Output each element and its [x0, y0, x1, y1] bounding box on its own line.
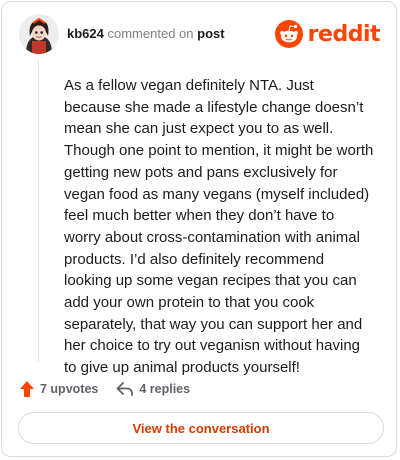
thread-line — [38, 60, 39, 362]
avatar-image — [19, 14, 59, 54]
comment-embed-card: kb624 commented on post reddit As a fell… — [1, 1, 397, 457]
post-link[interactable]: post — [197, 26, 224, 41]
reply-count: 4 replies — [139, 382, 191, 396]
reddit-wordmark: reddit — [307, 21, 381, 47]
comment-meta: kb624 commented on post — [67, 26, 225, 42]
replies-button[interactable]: 4 replies — [116, 381, 190, 397]
reddit-snoo-icon — [274, 20, 303, 48]
comment-header: kb624 commented on post reddit — [19, 14, 381, 54]
upvote-count: 7 upvotes — [40, 382, 99, 396]
upvote-button[interactable]: 7 upvotes — [19, 380, 98, 398]
reply-arrow-icon — [116, 382, 134, 396]
avatar[interactable] — [19, 14, 59, 54]
reddit-logo[interactable]: reddit — [274, 19, 381, 49]
upvote-arrow-icon — [20, 381, 34, 397]
comment-actions: 7 upvotes 4 replies — [19, 378, 190, 400]
view-conversation-button[interactable]: View the conversation — [18, 412, 384, 444]
comment-body: As a fellow vegan definitely NTA. Just b… — [64, 77, 374, 377]
meta-action-text: commented on — [107, 26, 194, 41]
username-link[interactable]: kb624 — [67, 26, 104, 41]
